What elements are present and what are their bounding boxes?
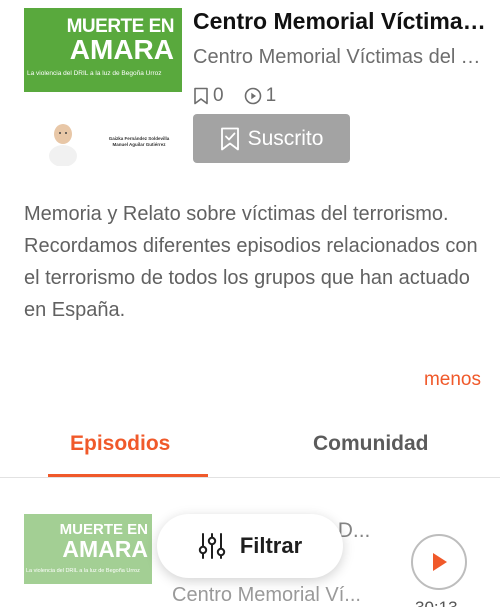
filter-button[interactable]: Filtrar — [157, 514, 343, 578]
podcast-author[interactable]: Centro Memorial Víctimas del Terrorismo — [193, 46, 483, 69]
sliders-icon — [198, 533, 226, 559]
bookmarks-count: 0 — [213, 85, 224, 106]
tab-comunidad[interactable]: Comunidad — [313, 432, 429, 456]
episode-cover[interactable]: MUERTE EN AMARA La violencia del DRIL a … — [24, 514, 152, 607]
play-icon — [433, 553, 447, 571]
baby-photo-icon — [49, 124, 77, 166]
active-tab-indicator — [48, 474, 208, 477]
podcast-stats: 0 1 — [193, 84, 296, 108]
podcast-cover: MUERTE EN AMARA La violencia del DRIL a … — [24, 8, 182, 166]
bookmark-icon — [194, 87, 208, 105]
plays-stat: 1 — [244, 85, 277, 107]
cover-title-line2: AMARA — [69, 34, 174, 65]
cover-subtitle: La violencia del DRIL a la luz de Begoña… — [27, 70, 162, 77]
cover-authors: Gaizka Fernández Soldevilla Manuel Aguil… — [108, 136, 170, 147]
episode-duration: 30:13 — [415, 598, 458, 607]
bookmark-check-icon — [220, 127, 239, 150]
bookmarks-stat: 0 — [193, 85, 224, 107]
podcast-description: Memoria y Relato sobre víctimas del terr… — [24, 203, 478, 321]
filter-label: Filtrar — [239, 533, 303, 558]
content-tabs: Episodios Comunidad — [0, 410, 500, 478]
play-circle-icon — [244, 87, 261, 105]
podcast-title: Centro Memorial Víctimas del Terrorismo — [193, 8, 493, 34]
subscribed-label: Suscrito — [247, 126, 324, 150]
show-less-link[interactable]: menos — [424, 369, 481, 391]
subscribed-button[interactable]: Suscrito — [193, 114, 350, 163]
episode-play-button[interactable] — [411, 534, 467, 590]
episode-cover-subtitle: La violencia del DRIL a la luz de Begoña… — [26, 568, 140, 574]
tab-episodios[interactable]: Episodios — [70, 432, 170, 456]
plays-count: 1 — [265, 85, 277, 106]
episode-author[interactable]: Centro Memorial Ví... — [172, 584, 387, 607]
episode-cover-title-line2: AMARA — [62, 536, 148, 562]
